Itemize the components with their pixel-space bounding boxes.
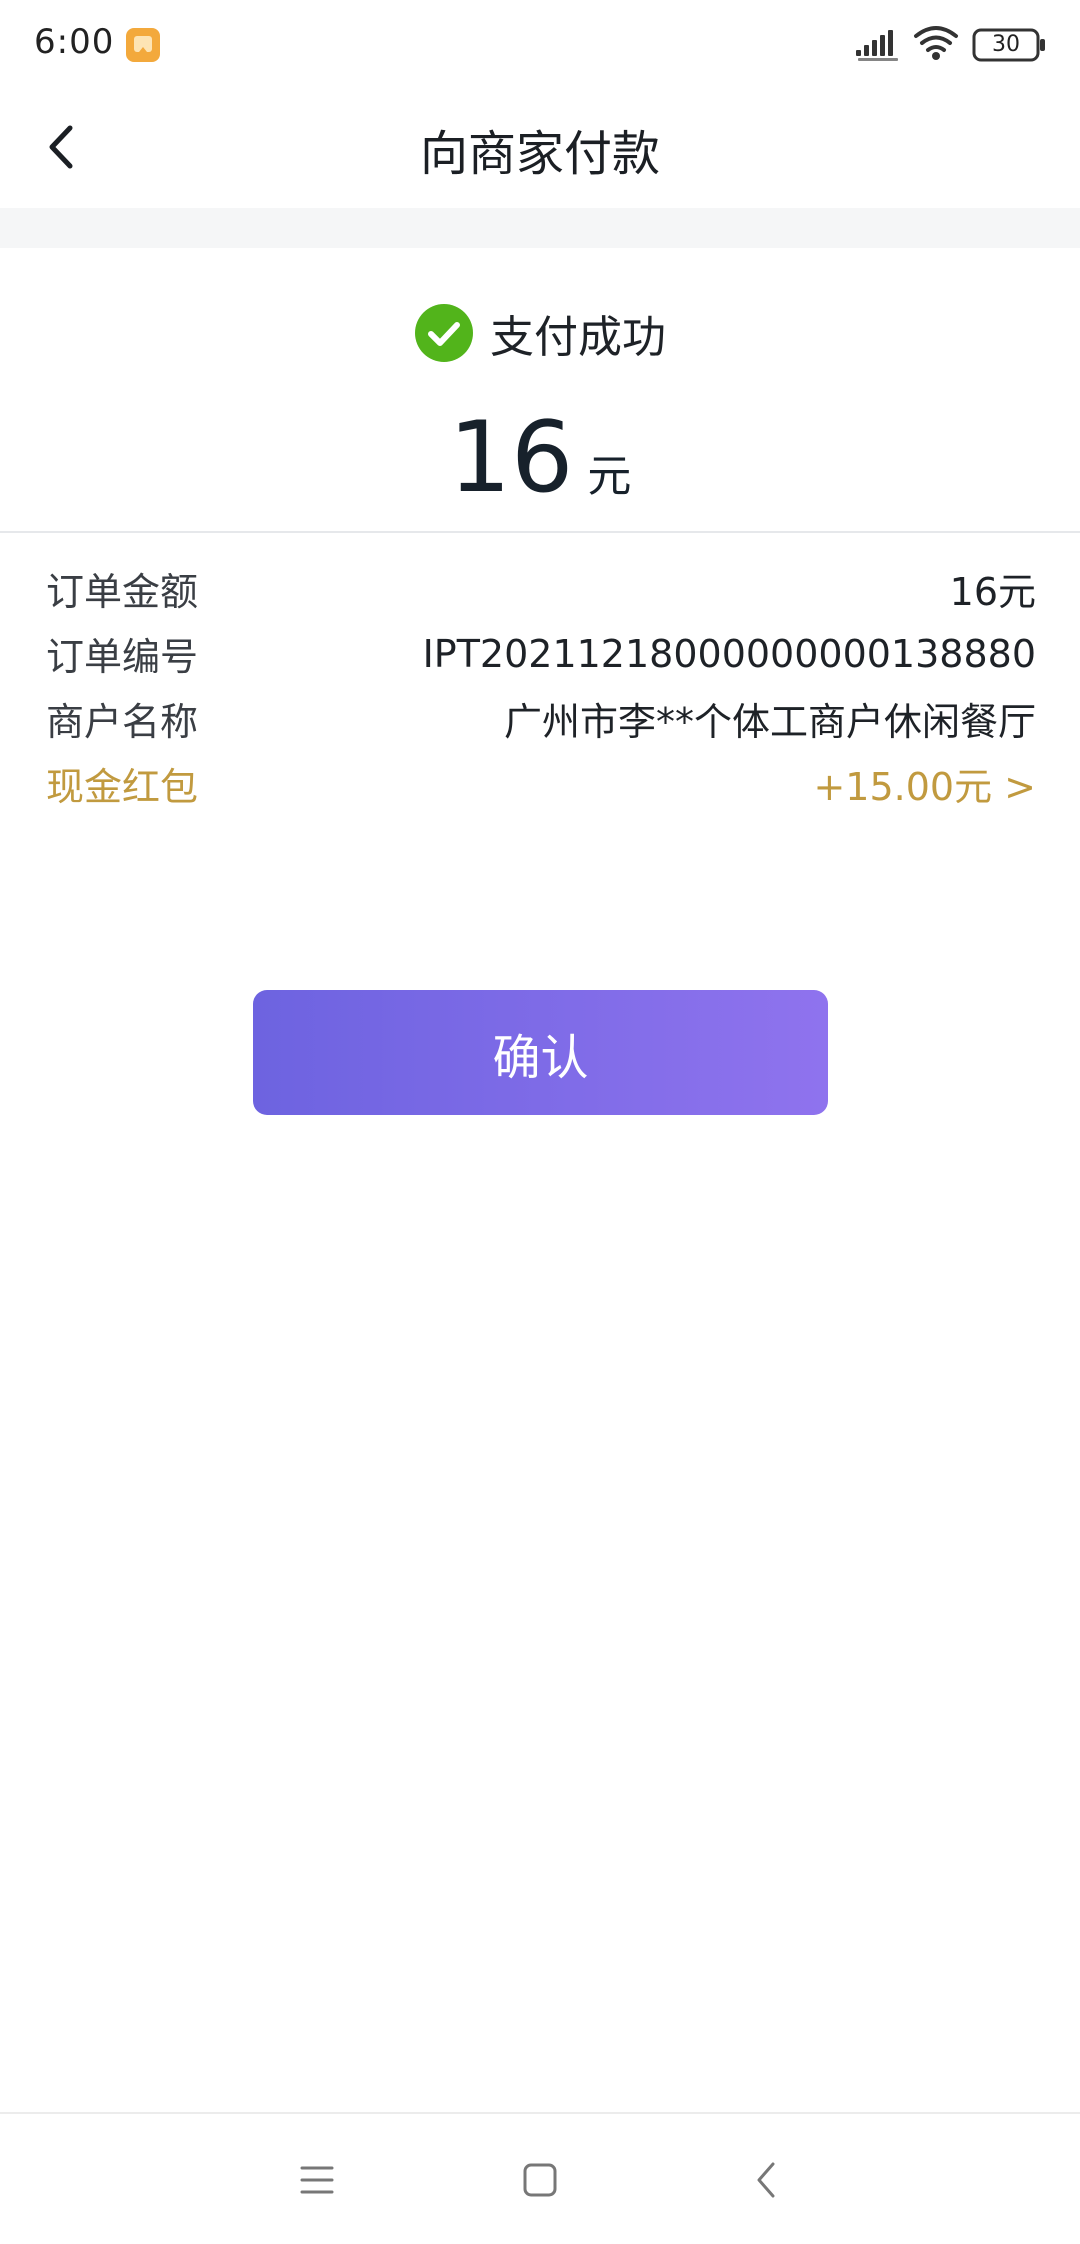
- detail-value: 广州市李**个体工商户休闲餐厅: [503, 700, 1036, 744]
- menu-icon[interactable]: [285, 2148, 349, 2212]
- amount-unit: 元: [587, 451, 632, 502]
- status-time: 6:00: [34, 22, 115, 62]
- detail-row-merchant-name: 商户名称 广州市李**个体工商户休闲餐厅: [46, 686, 1036, 751]
- status-bar: 6:00 30: [0, 0, 1080, 90]
- payment-status: 支付成功: [0, 298, 1080, 368]
- battery-level: 30: [992, 32, 1020, 57]
- detail-row-cash-red-packet[interactable]: 现金红包 +15.00元 >: [46, 751, 1036, 816]
- home-icon[interactable]: [508, 2148, 572, 2212]
- detail-label: 商户名称: [46, 700, 199, 744]
- detail-value: IPT20211218000000000138880: [422, 631, 1036, 676]
- payment-status-text: 支付成功: [490, 312, 666, 363]
- detail-value: 16元: [949, 570, 1036, 614]
- confirm-button[interactable]: 确认: [253, 990, 828, 1115]
- detail-row-order-number: 订单编号 IPT20211218000000000138880: [46, 621, 1036, 686]
- payment-amount: 16 元: [0, 398, 1080, 518]
- order-details: 订单金额 16元 订单编号 IPT20211218000000000138880…: [46, 556, 1036, 816]
- back-icon[interactable]: [735, 2148, 799, 2212]
- detail-label: 订单金额: [46, 570, 199, 614]
- red-packet-link[interactable]: +15.00元 >: [813, 756, 1036, 811]
- detail-label: 订单编号: [46, 635, 199, 679]
- amount-value: 16: [448, 401, 574, 515]
- system-nav-bar: [0, 2112, 1080, 2244]
- page-title: 向商家付款: [419, 126, 660, 182]
- section-divider: [0, 208, 1080, 248]
- nav-header: 向商家付款: [0, 90, 1080, 208]
- signal-icon: [856, 30, 898, 61]
- wifi-icon: [914, 26, 958, 60]
- detail-row-order-amount: 订单金额 16元: [46, 556, 1036, 621]
- check-circle-icon: [415, 304, 473, 362]
- payment-result-page: 6:00 30 向商家付款 支付成功 16 元 订单金额 16元 订单编号 IP…: [0, 0, 1080, 2244]
- divider: [0, 531, 1080, 533]
- detail-label: 现金红包: [46, 765, 199, 809]
- notification-icon: [126, 28, 160, 62]
